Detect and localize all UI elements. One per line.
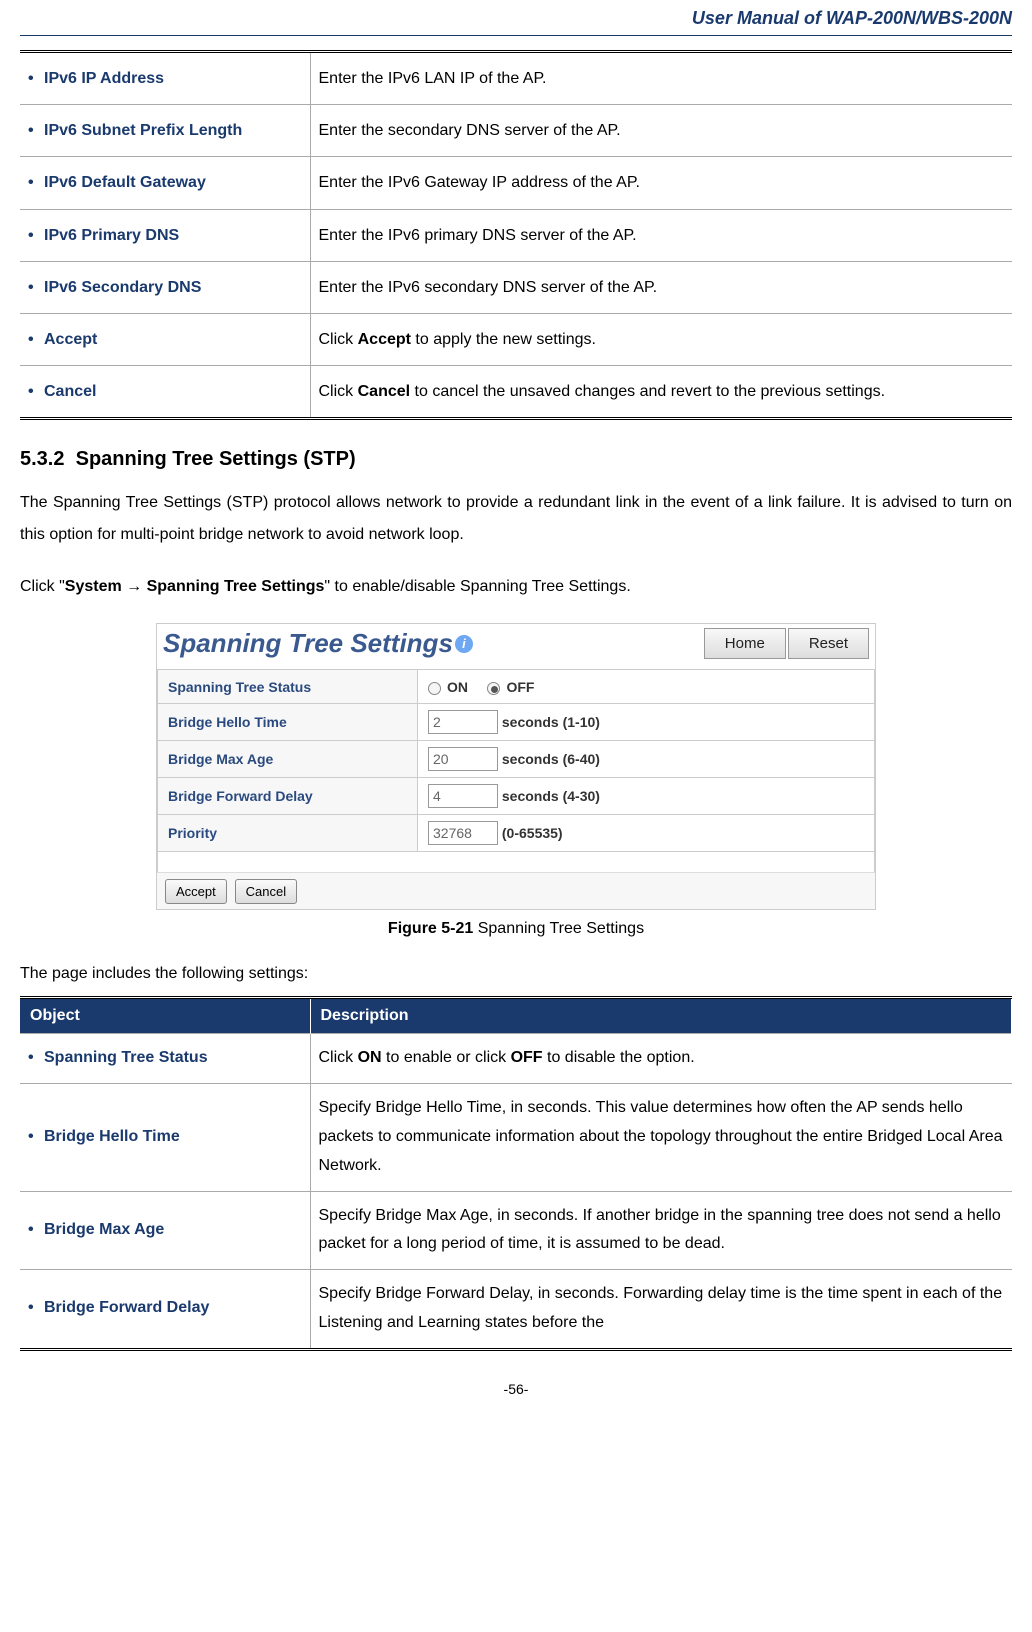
row-ipv6-gateway: •IPv6 Default Gateway bbox=[20, 157, 310, 209]
forward-delay-input[interactable] bbox=[428, 784, 498, 808]
col-object: Object bbox=[20, 998, 310, 1034]
max-age-input[interactable] bbox=[428, 747, 498, 771]
row-ipv6-secondary-dns-desc: Enter the IPv6 secondary DNS server of t… bbox=[310, 261, 1012, 313]
stp-footer: Accept Cancel bbox=[157, 872, 875, 909]
row-ipv6-secondary-dns: •IPv6 Secondary DNS bbox=[20, 261, 310, 313]
stp-panel-header: Spanning Tree Settingsi Home Reset bbox=[157, 624, 875, 667]
row-forward-delay: •Bridge Forward Delay bbox=[20, 1270, 310, 1350]
row-ipv6-prefix-desc: Enter the secondary DNS server of the AP… bbox=[310, 105, 1012, 157]
row-stp-status-desc: Click ON to enable or click OFF to disab… bbox=[310, 1034, 1012, 1084]
section-paragraph-1: The Spanning Tree Settings (STP) protoco… bbox=[20, 487, 1012, 551]
row-accept: •Accept bbox=[20, 313, 310, 365]
row-ipv6-primary-dns: •IPv6 Primary DNS bbox=[20, 209, 310, 261]
row-hello-time-desc: Specify Bridge Hello Time, in seconds. T… bbox=[310, 1084, 1012, 1191]
forward-delay-label: Bridge Forward Delay bbox=[158, 778, 418, 815]
hello-time-label: Bridge Hello Time bbox=[158, 704, 418, 741]
ipv6-parameter-table: •IPv6 IP Address Enter the IPv6 LAN IP o… bbox=[20, 50, 1012, 420]
stp-panel: Spanning Tree Settingsi Home Reset Spann… bbox=[156, 623, 876, 910]
max-age-label: Bridge Max Age bbox=[158, 741, 418, 778]
document-header: User Manual of WAP-200N/WBS-200N bbox=[20, 0, 1012, 33]
home-button[interactable]: Home bbox=[704, 628, 786, 659]
accept-button[interactable]: Accept bbox=[165, 879, 227, 904]
stp-form-table: Spanning Tree Status ON OFF Bridge Hello… bbox=[157, 669, 875, 852]
hello-time-input[interactable] bbox=[428, 710, 498, 734]
row-max-age: •Bridge Max Age bbox=[20, 1191, 310, 1270]
row-cancel-desc: Click Cancel to cancel the unsaved chang… bbox=[310, 366, 1012, 419]
stp-off-radio[interactable] bbox=[487, 682, 500, 695]
row-ipv6-gateway-desc: Enter the IPv6 Gateway IP address of the… bbox=[310, 157, 1012, 209]
forward-delay-unit: seconds (4-30) bbox=[502, 788, 600, 804]
stp-description-table: Object Description •Spanning Tree Status… bbox=[20, 996, 1012, 1350]
reset-button[interactable]: Reset bbox=[788, 628, 869, 659]
header-divider bbox=[20, 35, 1012, 36]
stp-status-value: ON OFF bbox=[418, 670, 875, 704]
pre-table2-text: The page includes the following settings… bbox=[20, 958, 1012, 990]
row-max-age-desc: Specify Bridge Max Age, in seconds. If a… bbox=[310, 1191, 1012, 1270]
row-accept-desc: Click Accept to apply the new settings. bbox=[310, 313, 1012, 365]
row-hello-time: •Bridge Hello Time bbox=[20, 1084, 310, 1191]
stp-status-label: Spanning Tree Status bbox=[158, 670, 418, 704]
row-ipv6-ip: •IPv6 IP Address bbox=[20, 52, 310, 105]
hello-time-unit: seconds (1-10) bbox=[502, 714, 600, 730]
section-heading: 5.3.2 Spanning Tree Settings (STP) bbox=[20, 448, 1012, 471]
cancel-button[interactable]: Cancel bbox=[235, 879, 297, 904]
info-icon[interactable]: i bbox=[455, 635, 473, 653]
section-paragraph-2: Click "System → Spanning Tree Settings" … bbox=[20, 571, 1012, 603]
row-ipv6-prefix: •IPv6 Subnet Prefix Length bbox=[20, 105, 310, 157]
priority-label: Priority bbox=[158, 815, 418, 852]
priority-unit: (0-65535) bbox=[502, 825, 563, 841]
row-ipv6-primary-dns-desc: Enter the IPv6 primary DNS server of the… bbox=[310, 209, 1012, 261]
row-stp-status: •Spanning Tree Status bbox=[20, 1034, 310, 1084]
row-forward-delay-desc: Specify Bridge Forward Delay, in seconds… bbox=[310, 1270, 1012, 1350]
page-number: -56- bbox=[20, 1381, 1012, 1397]
stp-panel-title: Spanning Tree Settingsi bbox=[163, 628, 473, 659]
max-age-unit: seconds (6-40) bbox=[502, 751, 600, 767]
figure-caption: Figure 5-21 Spanning Tree Settings bbox=[20, 920, 1012, 938]
row-cancel: •Cancel bbox=[20, 366, 310, 419]
stp-on-radio[interactable] bbox=[428, 682, 441, 695]
priority-input[interactable] bbox=[428, 821, 498, 845]
stp-figure: Spanning Tree Settingsi Home Reset Spann… bbox=[20, 623, 1012, 910]
col-description: Description bbox=[310, 998, 1012, 1034]
row-ipv6-ip-desc: Enter the IPv6 LAN IP of the AP. bbox=[310, 52, 1012, 105]
